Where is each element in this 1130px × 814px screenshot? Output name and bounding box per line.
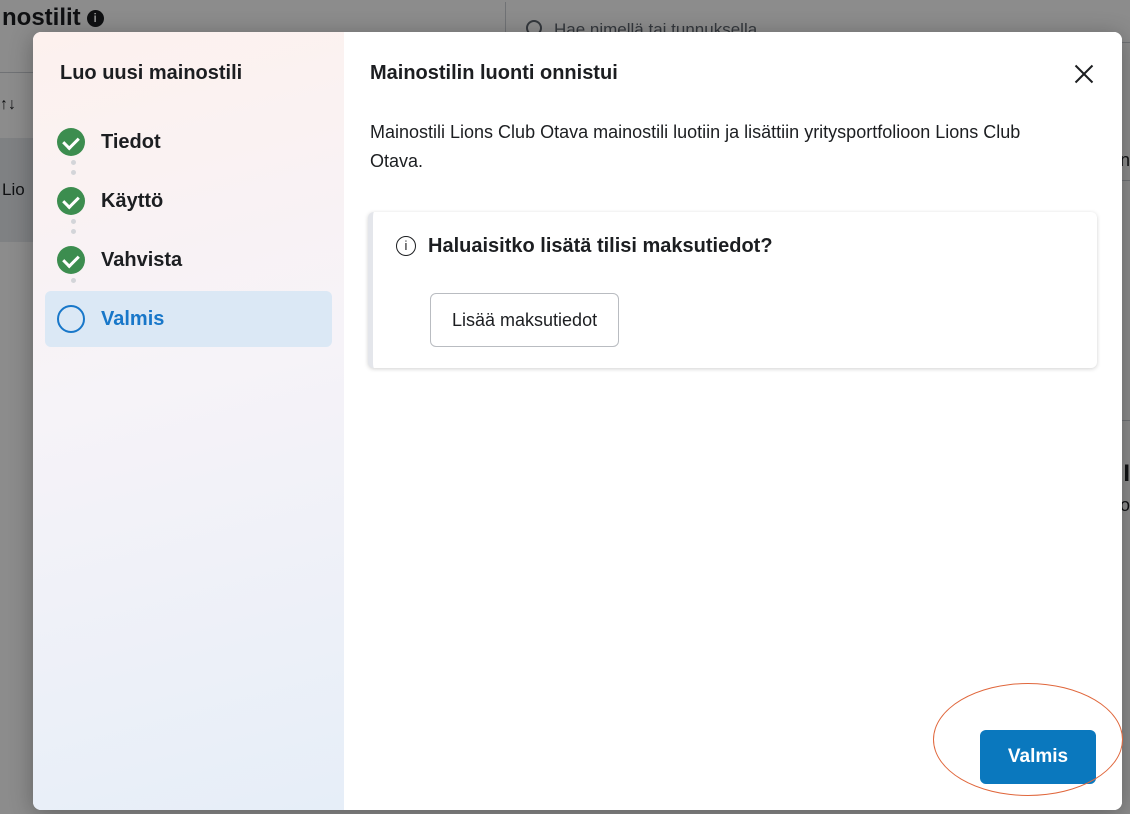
step-vahvista[interactable]: Vahvista	[45, 232, 332, 288]
dialog-content: Mainostilin luonti onnistui Mainostili L…	[344, 32, 1122, 810]
check-circle-icon	[57, 187, 85, 215]
sidebar-title: Luo uusi mainostili	[60, 62, 243, 84]
create-ad-account-dialog: Luo uusi mainostili Tiedot Käyttö Vahvis…	[33, 32, 1122, 810]
check-circle-icon	[57, 128, 85, 156]
check-circle-icon	[57, 246, 85, 274]
wizard-sidebar: Luo uusi mainostili Tiedot Käyttö Vahvis…	[33, 32, 344, 810]
done-button[interactable]: Valmis	[980, 730, 1096, 784]
info-icon: i	[396, 236, 416, 256]
step-label: Vahvista	[101, 249, 183, 271]
dialog-title: Mainostilin luonti onnistui	[370, 62, 618, 84]
step-label: Tiedot	[101, 131, 161, 153]
add-payment-info-button[interactable]: Lisää maksutiedot	[430, 293, 620, 347]
circle-icon	[57, 305, 85, 333]
step-valmis[interactable]: Valmis	[45, 291, 332, 347]
success-message: Mainostili Lions Club Otava mainostili l…	[370, 122, 1021, 171]
step-tiedot[interactable]: Tiedot	[45, 114, 332, 170]
card-title: Haluaisitko lisätä tilisi maksutiedot?	[428, 235, 773, 257]
payment-info-card: i Haluaisitko lisätä tilisi maksutiedot?…	[368, 212, 1097, 368]
step-label: Valmis	[101, 308, 165, 330]
step-label: Käyttö	[101, 190, 164, 212]
close-icon[interactable]	[1070, 60, 1098, 88]
step-kaytto[interactable]: Käyttö	[45, 173, 332, 229]
step-connector	[71, 278, 76, 288]
